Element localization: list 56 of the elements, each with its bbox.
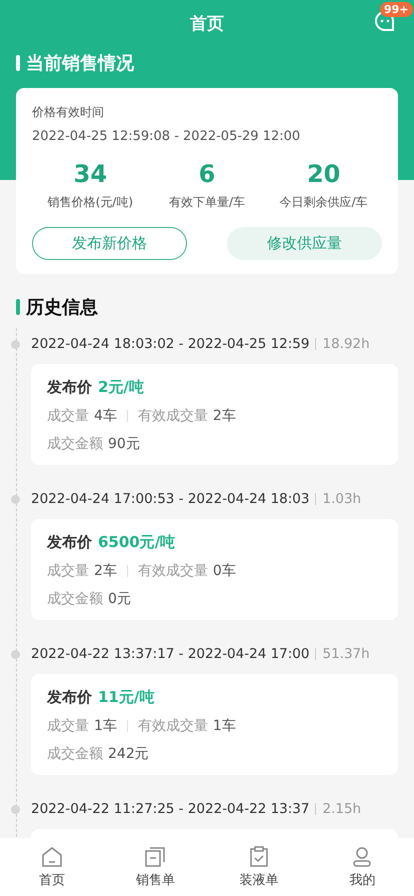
stat-label: 有效下单量/车 bbox=[168, 194, 246, 211]
stat-value: 20 bbox=[306, 160, 340, 188]
duration-text: 2.15h bbox=[322, 801, 362, 817]
deals-value: 2车 bbox=[94, 562, 117, 580]
valid-deals-label: 有效成交量 bbox=[138, 717, 208, 735]
page-title: 首页 bbox=[190, 12, 224, 34]
valid-deals-value: 0车 bbox=[212, 562, 236, 580]
price-value: 6500元/吨 bbox=[98, 533, 176, 552]
valid-deals-label: 有效成交量 bbox=[138, 562, 208, 580]
validity-label: 价格有效时间 bbox=[32, 104, 105, 121]
amount-label: 成交金额 bbox=[47, 590, 103, 608]
price-value: 2元/吨 bbox=[98, 378, 144, 397]
period-text: 2022-04-24 17:00:53 - 2022-04-24 18:03 bbox=[31, 491, 310, 507]
section-title: 当前销售情况 bbox=[26, 52, 134, 75]
valid-deals-value: 1车 bbox=[212, 717, 236, 735]
amount-label: 成交金额 bbox=[47, 745, 103, 763]
documents-icon bbox=[144, 846, 166, 868]
stat-label: 今日剩余供应/车 bbox=[280, 194, 368, 211]
duration-text: 18.92h bbox=[322, 336, 370, 352]
timeline-dot bbox=[11, 340, 20, 348]
timeline-dot bbox=[11, 494, 20, 504]
timeline-dot bbox=[11, 650, 20, 658]
deals-label: 成交量 bbox=[47, 717, 89, 735]
deals-label: 成交量 bbox=[47, 562, 89, 580]
stat-label: 销售价格(元/吨) bbox=[48, 194, 134, 211]
tab-item[interactable]: 销售单 bbox=[125, 846, 186, 888]
deals-value: 4车 bbox=[94, 407, 117, 425]
home-icon bbox=[40, 846, 63, 868]
amount-value: 242元 bbox=[108, 745, 149, 763]
deals-value: 1车 bbox=[94, 717, 117, 735]
price-label: 发布价 bbox=[47, 378, 92, 397]
stat-value: 6 bbox=[198, 160, 216, 188]
notification-badge: 99+ bbox=[380, 2, 413, 17]
validity-time: 2022-04-25 12:59:08 - 2022-05-29 12:00 bbox=[32, 129, 302, 144]
tab-item[interactable]: 首页 bbox=[22, 846, 82, 888]
section-title: 历史信息 bbox=[26, 296, 98, 319]
period-text: 2022-04-22 11:27:25 - 2022-04-22 13:37 bbox=[31, 801, 310, 817]
price-label: 发布价 bbox=[47, 533, 92, 552]
tab-item[interactable]: 装液单 bbox=[228, 846, 289, 888]
duration-text: 51.37h bbox=[322, 646, 370, 662]
stat-value: 34 bbox=[74, 160, 108, 188]
amount-label: 成交金额 bbox=[47, 435, 103, 453]
clipboard-check-icon bbox=[248, 846, 270, 868]
valid-deals-value: 2车 bbox=[212, 407, 236, 425]
duration-text: 1.03h bbox=[322, 491, 362, 507]
price-label: 发布价 bbox=[47, 688, 92, 707]
valid-deals-label: 有效成交量 bbox=[138, 407, 208, 425]
timeline-dot bbox=[11, 804, 20, 814]
user-icon bbox=[351, 846, 374, 868]
deals-label: 成交量 bbox=[47, 407, 89, 425]
amount-value: 0元 bbox=[108, 590, 131, 608]
tab-item[interactable]: 我的 bbox=[332, 846, 392, 888]
period-text: 2022-04-24 18:03:02 - 2022-04-25 12:59 bbox=[31, 336, 310, 352]
amount-value: 90元 bbox=[108, 435, 140, 453]
period-text: 2022-04-22 13:37:17 - 2022-04-24 17:00 bbox=[31, 646, 310, 662]
price-value: 11元/吨 bbox=[98, 688, 154, 707]
